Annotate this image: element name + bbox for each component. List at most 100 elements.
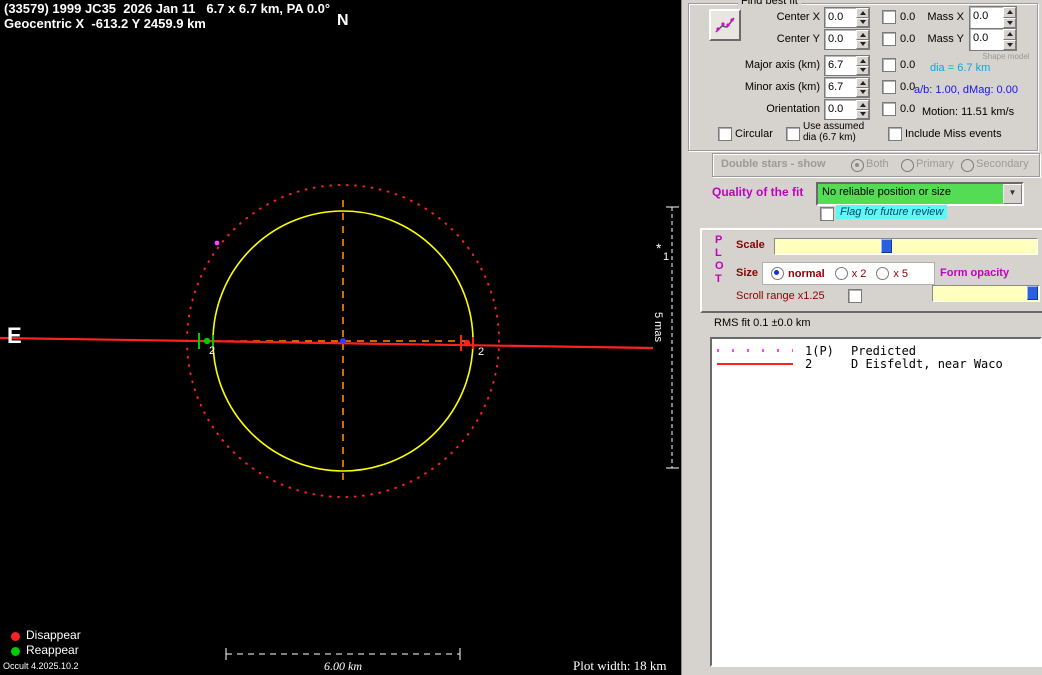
major-axis-error-value: 0.0 <box>900 59 916 71</box>
center-x-value[interactable]: 0.0 <box>825 8 856 27</box>
center-x-error-checkbox[interactable] <box>882 10 896 24</box>
control-panel: Find best fit Center X 0.0 0.0 Mass X 0.… <box>681 0 1042 675</box>
mass-y-up-icon[interactable] <box>1003 29 1016 40</box>
scale-bar-label: 6.00 km <box>324 659 362 673</box>
circular-label[interactable]: Circular <box>735 128 773 141</box>
mass-x-label: Mass X <box>927 11 964 23</box>
orientation-error-checkbox[interactable] <box>882 102 896 116</box>
disappear-legend-label: Disappear <box>26 628 81 642</box>
double-stars-group: Double stars - show Both Primary Seconda… <box>712 153 1040 177</box>
minor-axis-value[interactable]: 6.7 <box>825 78 856 97</box>
predicted-point <box>214 240 220 246</box>
center-y-spinner[interactable]: 0.0 <box>824 29 870 50</box>
orientation-down-icon[interactable] <box>856 109 869 119</box>
mass-x-down-icon[interactable] <box>1003 17 1016 28</box>
chord-listbox[interactable]: 1(P) Predicted 2 D Eisfeldt, near Waco <box>710 337 1042 667</box>
mass-y-spinner[interactable]: 0.0 <box>969 28 1017 51</box>
center-y-up-icon[interactable] <box>856 30 869 40</box>
rms-fit-label: RMS fit 0.1 ±0.0 km <box>714 317 811 329</box>
major-axis-error-checkbox[interactable] <box>882 58 896 72</box>
double-stars-secondary-radio <box>961 159 974 172</box>
center-y-down-icon[interactable] <box>856 39 869 49</box>
include-miss-events-checkbox[interactable] <box>888 127 902 141</box>
plot-letter-p: P <box>715 234 723 246</box>
form-opacity-slider-thumb[interactable] <box>1027 286 1038 300</box>
plot-controls-panel: P L O T Scale Size normal x 2 x 5 Form o… <box>700 228 1042 313</box>
include-miss-events-label[interactable]: Include Miss events <box>905 128 1002 141</box>
chord-list-row-predicted[interactable]: 1(P) Predicted <box>712 343 1040 358</box>
reappear-legend-label: Reappear <box>26 643 79 657</box>
reappear-point <box>203 337 211 345</box>
combo-dropdown-icon[interactable]: ▼ <box>1003 184 1022 204</box>
mass-y-value[interactable]: 0.0 <box>970 29 1003 50</box>
mass-x-value[interactable]: 0.0 <box>970 7 1003 28</box>
chord-label-right: 2 <box>478 346 485 358</box>
major-axis-label: Major axis (km) <box>744 59 820 71</box>
minor-axis-spinner[interactable]: 6.7 <box>824 77 870 98</box>
chord-name: D Eisfeldt, near Waco <box>851 356 1003 371</box>
major-axis-down-icon[interactable] <box>856 65 869 75</box>
predicted-chord-sample <box>717 349 793 352</box>
app-version-label: Occult 4.2025.10.2 <box>3 661 79 671</box>
major-axis-up-icon[interactable] <box>856 56 869 66</box>
chord-2-line[interactable] <box>0 336 654 350</box>
circular-checkbox[interactable] <box>718 127 732 141</box>
center-point <box>340 338 346 344</box>
major-axis-spinner[interactable]: 6.7 <box>824 55 870 76</box>
orientation-error-value: 0.0 <box>900 103 916 115</box>
minor-axis-error-checkbox[interactable] <box>882 80 896 94</box>
center-x-down-icon[interactable] <box>856 17 869 27</box>
size-normal-radio[interactable] <box>771 267 784 280</box>
double-stars-primary-label: Primary <box>916 158 954 170</box>
center-x-spinner[interactable]: 0.0 <box>824 7 870 28</box>
orientation-up-icon[interactable] <box>856 100 869 110</box>
mass-x-spinner[interactable]: 0.0 <box>969 6 1017 29</box>
use-assumed-dia-checkbox[interactable] <box>786 127 800 141</box>
center-y-label: Center Y <box>776 33 820 45</box>
double-stars-both-label: Both <box>866 158 889 170</box>
plot-letter-l: L <box>715 247 722 259</box>
major-axis-value[interactable]: 6.7 <box>825 56 856 75</box>
minor-axis-down-icon[interactable] <box>856 87 869 97</box>
motion-label: Motion: 11.51 km/s <box>922 106 1015 118</box>
size-x2-radio[interactable] <box>834 267 848 280</box>
size-normal-option[interactable]: normal <box>771 267 825 280</box>
center-y-error-value: 0.0 <box>900 33 916 45</box>
orientation-value[interactable]: 0.0 <box>825 100 856 119</box>
center-x-up-icon[interactable] <box>856 8 869 18</box>
disappear-point <box>463 339 471 347</box>
orientation-spinner[interactable]: 0.0 <box>824 99 870 120</box>
find-best-fit-title: Find best fit <box>738 0 801 7</box>
size-x5-radio[interactable] <box>876 267 890 280</box>
chord-number: 1(P) <box>805 343 834 358</box>
use-assumed-label-line2[interactable]: dia (6.7 km) <box>803 131 856 144</box>
star-marker-number: 1 <box>663 251 670 263</box>
mass-x-up-icon[interactable] <box>1003 7 1016 18</box>
plot-area[interactable]: (33579) 1999 JC35 2026 Jan 11 6.7 x 6.7 … <box>0 0 681 675</box>
size-x5-option[interactable]: x 5 <box>876 267 908 280</box>
flag-review-checkbox[interactable] <box>820 207 834 221</box>
size-x2-option[interactable]: x 2 <box>834 267 866 280</box>
occultation-plot-canvas[interactable] <box>0 0 681 675</box>
chord-name: Predicted <box>851 343 917 358</box>
reappear-legend-dot <box>11 647 20 656</box>
scroll-range-label[interactable]: Scroll range x1.25 <box>736 290 825 303</box>
quality-of-fit-label: Quality of the fit <box>712 185 804 199</box>
flag-review-label[interactable]: Flag for future review <box>836 205 948 219</box>
center-y-error-checkbox[interactable] <box>882 32 896 46</box>
scroll-range-checkbox[interactable] <box>848 289 862 303</box>
scale-slider-thumb[interactable] <box>881 239 892 253</box>
chord-list-row-observed[interactable]: 2 D Eisfeldt, near Waco <box>712 356 1040 371</box>
minor-axis-up-icon[interactable] <box>856 78 869 88</box>
plot-width-label: Plot width: 18 km <box>573 658 667 673</box>
scale-slider[interactable] <box>774 238 1038 255</box>
plot-letter-o: O <box>715 260 724 272</box>
minor-axis-label: Minor axis (km) <box>744 81 820 93</box>
center-y-value[interactable]: 0.0 <box>825 30 856 49</box>
minor-axis-error-value: 0.0 <box>900 81 916 93</box>
form-opacity-slider[interactable] <box>932 285 1040 302</box>
mass-y-label: Mass Y <box>927 33 964 45</box>
quality-combobox[interactable]: No reliable position or size ▼ <box>816 182 1024 206</box>
mass-y-down-icon[interactable] <box>1003 39 1016 50</box>
double-stars-secondary-label: Secondary <box>976 158 1029 170</box>
